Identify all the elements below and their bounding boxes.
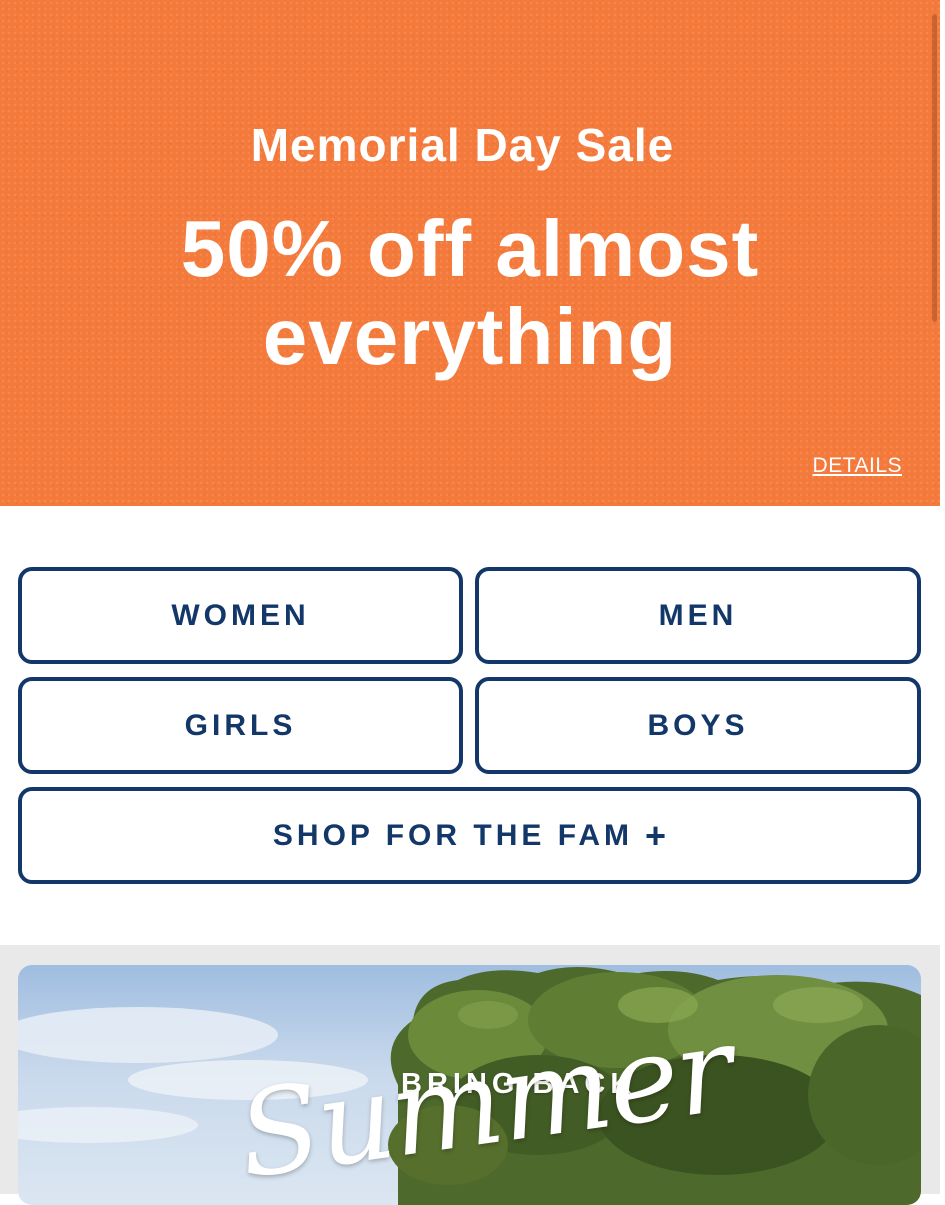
summer-hero-card[interactable]: BRING BACK Summer — [18, 965, 921, 1205]
men-button-label: MEN — [658, 598, 738, 632]
girls-button[interactable]: GIRLS — [18, 677, 463, 774]
women-button[interactable]: WOMEN — [18, 567, 463, 664]
shop-for-the-fam-label: SHOP FOR THE FAM — [272, 818, 634, 852]
promo-banner[interactable]: Memorial Day Sale 50% off almost everyth… — [0, 0, 940, 506]
boys-button[interactable]: BOYS — [475, 677, 921, 774]
plus-icon: + — [645, 814, 667, 856]
scrollbar[interactable] — [932, 14, 937, 322]
girls-button-label: GIRLS — [184, 708, 297, 742]
details-link[interactable]: DETAILS — [813, 454, 902, 478]
promo-headline: 50% off almost everything — [180, 204, 760, 381]
women-button-label: WOMEN — [171, 598, 310, 632]
men-button[interactable]: MEN — [475, 567, 921, 664]
summer-section: BRING BACK Summer — [0, 945, 940, 1205]
promo-subtitle: Memorial Day Sale — [250, 119, 675, 171]
boys-button-label: BOYS — [647, 708, 749, 742]
shop-for-the-fam-button[interactable]: SHOP FOR THE FAM + — [18, 787, 921, 884]
